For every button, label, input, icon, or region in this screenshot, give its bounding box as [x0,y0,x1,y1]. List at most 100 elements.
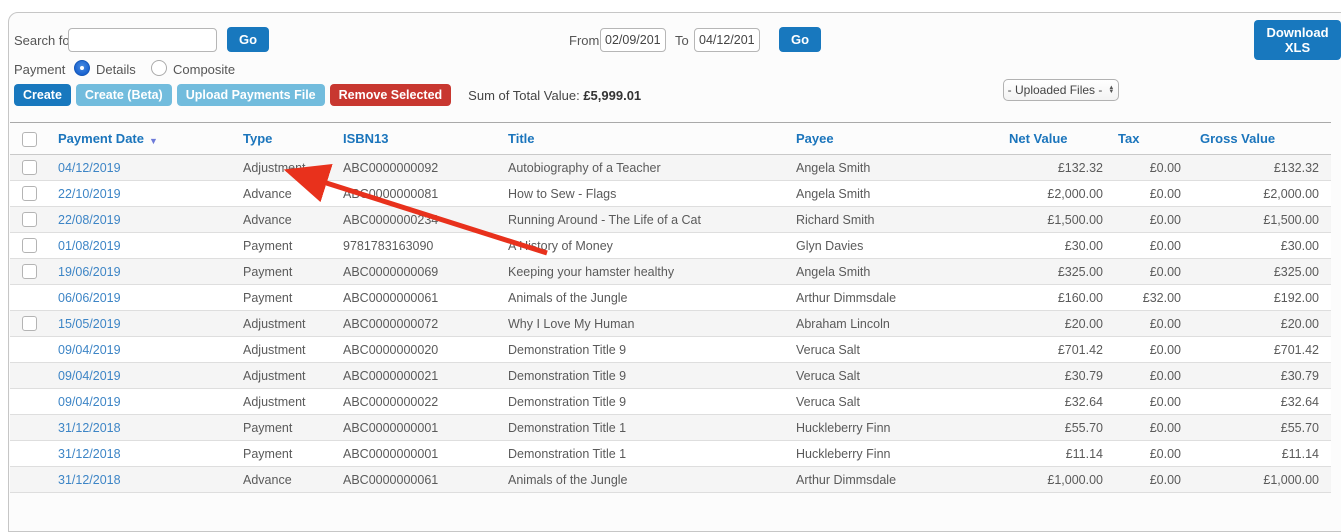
payment-date-link[interactable]: 22/08/2019 [58,213,121,227]
row-checkbox-cell [10,155,46,181]
payment-date-cell: 22/10/2019 [46,181,231,207]
net-value-cell: £160.00 [997,285,1109,311]
row-checkbox[interactable] [22,238,37,253]
payment-date-link[interactable]: 19/06/2019 [58,265,121,279]
title-cell: Animals of the Jungle [496,467,784,493]
gross-value-cell: £132.32 [1189,155,1331,181]
type-cell: Payment [231,233,331,259]
table-row: 22/08/2019AdvanceABC0000000234Running Ar… [10,207,1331,233]
row-checkbox[interactable] [22,316,37,331]
header-isbn13[interactable]: ISBN13 [331,123,496,155]
payment-date-link[interactable]: 22/10/2019 [58,187,121,201]
date-go-button[interactable]: Go [779,27,821,52]
tax-cell: £0.00 [1109,181,1189,207]
row-checkbox-cell [10,207,46,233]
payment-date-link[interactable]: 31/12/2018 [58,421,121,435]
search-input[interactable] [68,28,217,52]
row-checkbox[interactable] [22,212,37,227]
gross-value-cell: £1,500.00 [1189,207,1331,233]
net-value-cell: £30.00 [997,233,1109,259]
row-checkbox[interactable] [22,264,37,279]
row-checkbox-cell [10,259,46,285]
payment-date-link[interactable]: 06/06/2019 [58,291,121,305]
type-cell: Payment [231,285,331,311]
sum-label: Sum of Total Value: [468,88,580,103]
to-date-input[interactable] [694,28,760,52]
title-cell: How to Sew - Flags [496,181,784,207]
payee-cell: Arthur Dimmsdale [784,467,997,493]
payment-date-link[interactable]: 09/04/2019 [58,343,121,357]
payment-date-cell: 19/06/2019 [46,259,231,285]
remove-selected-button[interactable]: Remove Selected [330,84,452,106]
net-value-cell: £1,000.00 [997,467,1109,493]
header-payment-date-label: Payment Date [58,131,144,146]
payment-date-cell: 15/05/2019 [46,311,231,337]
uploaded-files-selected-value: - Uploaded Files - [1008,83,1103,97]
row-checkbox[interactable] [22,186,37,201]
payee-cell: Veruca Salt [784,389,997,415]
uploaded-files-select[interactable]: - Uploaded Files - ▲▼ [1003,79,1119,101]
payment-date-link[interactable]: 09/04/2019 [58,395,121,409]
net-value-cell: £2,000.00 [997,181,1109,207]
payment-label: Payment [14,62,65,77]
payment-date-cell: 31/12/2018 [46,415,231,441]
from-date-input[interactable] [600,28,666,52]
upload-payments-file-button[interactable]: Upload Payments File [177,84,325,106]
gross-value-cell: £325.00 [1189,259,1331,285]
gross-value-cell: £32.64 [1189,389,1331,415]
dropdown-stepper-icon: ▲▼ [1108,86,1114,94]
header-payment-date[interactable]: Payment Date▼ [46,123,231,155]
create-beta-button[interactable]: Create (Beta) [76,84,172,106]
create-button[interactable]: Create [14,84,71,106]
gross-value-cell: £30.79 [1189,363,1331,389]
isbn13-cell: ABC0000000020 [331,337,496,363]
search-go-button[interactable]: Go [227,27,269,52]
row-checkbox-cell [10,233,46,259]
payment-date-link[interactable]: 15/05/2019 [58,317,121,331]
header-gross-value[interactable]: Gross Value [1189,123,1331,155]
select-all-checkbox[interactable] [22,132,37,147]
details-radio-label[interactable]: Details [96,62,136,77]
isbn13-cell: ABC0000000081 [331,181,496,207]
net-value-cell: £325.00 [997,259,1109,285]
payment-date-cell: 09/04/2019 [46,363,231,389]
title-cell: Why I Love My Human [496,311,784,337]
header-net-value[interactable]: Net Value [997,123,1109,155]
header-tax[interactable]: Tax [1109,123,1189,155]
download-xls-button[interactable]: Download XLS [1254,20,1341,60]
payment-date-link[interactable]: 09/04/2019 [58,369,121,383]
title-cell: Demonstration Title 9 [496,337,784,363]
title-cell: Demonstration Title 9 [496,363,784,389]
composite-radio-label[interactable]: Composite [173,62,235,77]
row-checkbox-cell [10,181,46,207]
payment-date-link[interactable]: 01/08/2019 [58,239,121,253]
to-label: To [675,33,689,48]
title-cell: Autobiography of a Teacher [496,155,784,181]
payment-date-link[interactable]: 04/12/2019 [58,161,121,175]
row-checkbox[interactable] [22,160,37,175]
type-cell: Adjustment [231,155,331,181]
header-title[interactable]: Title [496,123,784,155]
title-cell: Demonstration Title 9 [496,389,784,415]
title-cell: Keeping your hamster healthy [496,259,784,285]
isbn13-cell: ABC0000000022 [331,389,496,415]
title-cell: Demonstration Title 1 [496,441,784,467]
net-value-cell: £701.42 [997,337,1109,363]
row-checkbox-cell [10,389,46,415]
type-cell: Payment [231,441,331,467]
composite-radio[interactable] [151,60,167,76]
payee-cell: Arthur Dimmsdale [784,285,997,311]
tax-cell: £0.00 [1109,363,1189,389]
tax-cell: £32.00 [1109,285,1189,311]
isbn13-cell: ABC0000000021 [331,363,496,389]
payments-table: Payment Date▼ Type ISBN13 Title Payee Ne… [10,122,1331,493]
payment-date-link[interactable]: 31/12/2018 [58,447,121,461]
header-type[interactable]: Type [231,123,331,155]
table-row: 31/12/2018PaymentABC0000000001Demonstrat… [10,415,1331,441]
payment-date-cell: 06/06/2019 [46,285,231,311]
header-payee[interactable]: Payee [784,123,997,155]
table-row: 06/06/2019PaymentABC0000000061Animals of… [10,285,1331,311]
table-row: 09/04/2019AdjustmentABC0000000022Demonst… [10,389,1331,415]
payment-date-link[interactable]: 31/12/2018 [58,473,121,487]
details-radio[interactable] [74,60,90,76]
